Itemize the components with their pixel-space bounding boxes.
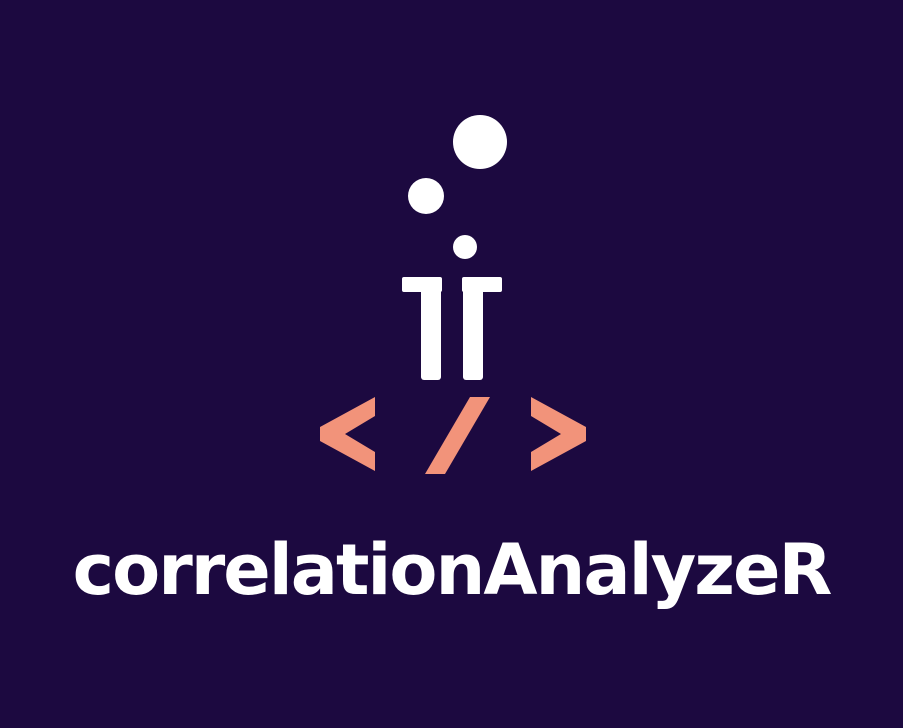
bubble-medium-icon: [408, 178, 444, 214]
code-brackets-icon: [320, 397, 586, 474]
left-angle-bracket-icon: [320, 397, 375, 471]
logo-canvas: correlationAnalyzeR: [0, 0, 903, 728]
brand-name: correlationAnalyzeR: [72, 529, 833, 611]
right-angle-bracket-icon: [531, 397, 586, 471]
bubble-small-icon: [453, 235, 477, 259]
slash-icon: [425, 397, 490, 474]
flask-neck-icon: [402, 277, 502, 380]
bubble-large-icon: [453, 115, 507, 169]
